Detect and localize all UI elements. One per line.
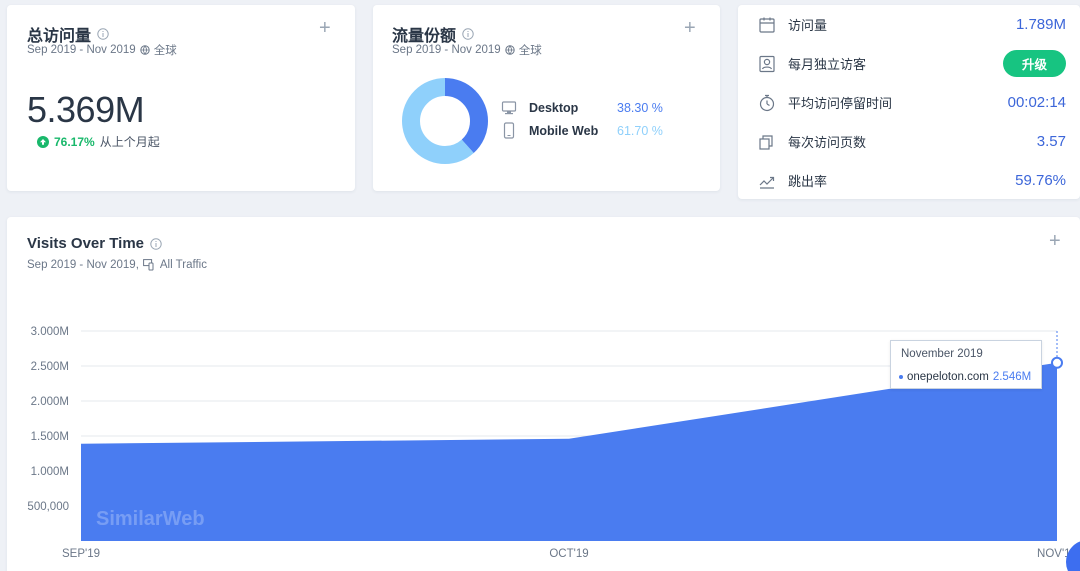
trend-icon	[759, 176, 775, 189]
desktop-icon	[501, 101, 517, 115]
total-visits-subtitle: Sep 2019 - Nov 2019 全球	[27, 44, 177, 57]
visits-over-time-card: Visits Over Time Sep 2019 - Nov 2019, Al…	[7, 217, 1080, 571]
info-icon[interactable]	[462, 28, 474, 40]
stopwatch-icon	[759, 94, 775, 111]
engagement-card: 访问量 1.789M 每月独立访客 升级 平均访问停留时间 00:02:14 每…	[738, 5, 1080, 199]
visits-over-time-subtitle: Sep 2019 - Nov 2019, All Traffic	[27, 259, 207, 271]
all-traffic-icon	[142, 259, 154, 271]
tooltip-row: onepeloton.com 2.546M	[899, 371, 1031, 383]
globe-icon	[140, 45, 150, 55]
arrow-up-icon	[37, 135, 49, 148]
add-button[interactable]: +	[684, 18, 696, 38]
chart-tooltip: November 2019 onepeloton.com 2.546M	[890, 340, 1042, 389]
traffic-share-donut	[402, 78, 488, 164]
traffic-share-card: 流量份额 Sep 2019 - Nov 2019 全球 + Desktop 38…	[373, 5, 720, 191]
mobile-icon	[503, 122, 515, 139]
total-visits-change: 76.17% 从上个月起	[37, 133, 160, 150]
total-visits-card: 总访问量 Sep 2019 - Nov 2019 全球 + 5.369M 76.…	[7, 5, 355, 191]
tooltip-title: November 2019	[901, 348, 983, 360]
add-button[interactable]: +	[319, 18, 331, 38]
visits-over-time-title: Visits Over Time	[27, 235, 162, 252]
person-icon	[759, 55, 775, 72]
metric-visits: 访问量 1.789M	[738, 5, 1080, 44]
metric-avg-duration: 平均访问停留时间 00:02:14	[738, 83, 1080, 122]
legend-desktop: Desktop 38.30 %	[501, 100, 677, 116]
series-dot-icon	[899, 375, 903, 379]
info-icon[interactable]	[150, 237, 162, 250]
metric-unique-visitors: 每月独立访客 升级	[738, 44, 1080, 83]
info-icon[interactable]	[97, 28, 109, 40]
globe-icon	[505, 45, 515, 55]
traffic-share-subtitle: Sep 2019 - Nov 2019 全球	[392, 44, 542, 57]
add-button[interactable]: +	[1049, 231, 1061, 251]
legend-mobile: Mobile Web 61.70 %	[501, 122, 677, 139]
pages-icon	[759, 134, 773, 150]
calendar-icon	[759, 17, 775, 33]
total-visits-value: 5.369M	[27, 89, 145, 130]
metric-pages-per-visit: 每次访问页数 3.57	[738, 122, 1080, 161]
metric-bounce-rate: 跳出率 59.76%	[738, 161, 1080, 200]
upgrade-button[interactable]: 升级	[1003, 50, 1066, 77]
